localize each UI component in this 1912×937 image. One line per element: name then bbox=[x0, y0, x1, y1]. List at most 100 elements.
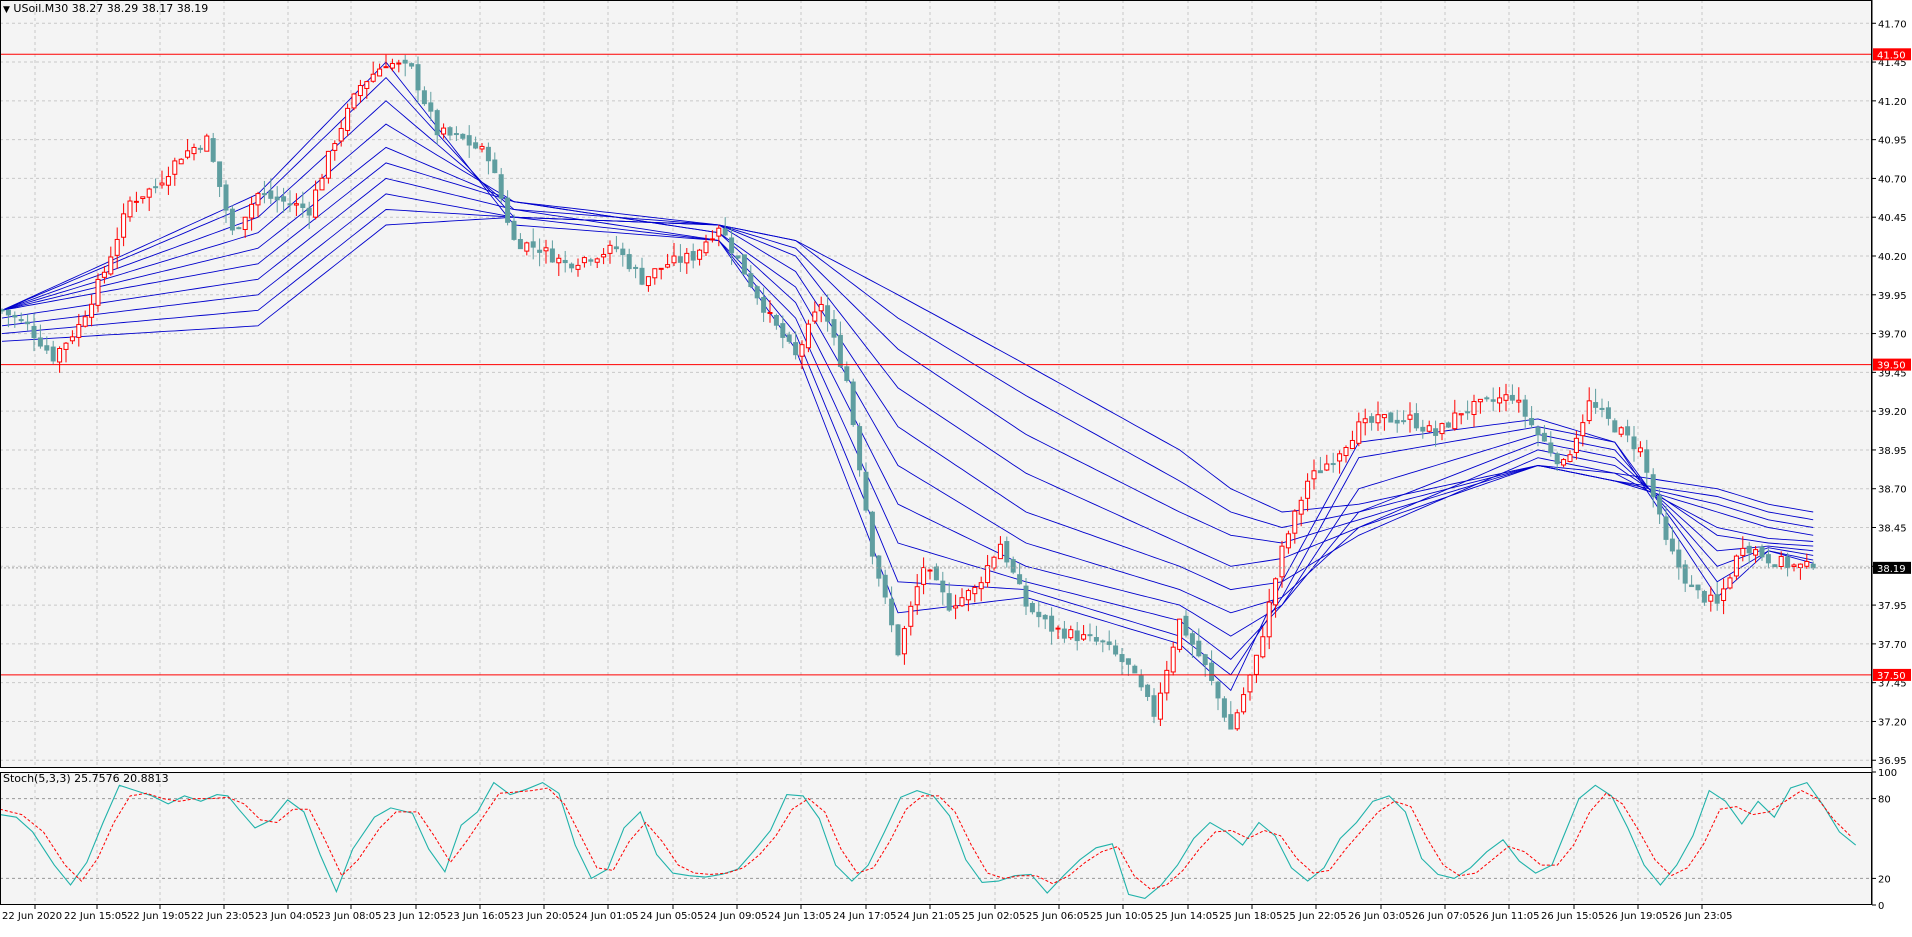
candle-body bbox=[338, 127, 344, 142]
candle-body bbox=[498, 174, 504, 199]
candle-body bbox=[332, 143, 338, 151]
candle-body bbox=[1689, 584, 1695, 588]
candle-body bbox=[165, 176, 171, 186]
candle bbox=[1234, 709, 1240, 731]
candle-body bbox=[1055, 627, 1061, 630]
current-price-label: 38.19 bbox=[1877, 564, 1906, 575]
candle-body bbox=[812, 311, 818, 322]
candle-body bbox=[1151, 695, 1157, 717]
candle-body bbox=[876, 555, 882, 579]
candle-body bbox=[1356, 421, 1362, 444]
candle-body bbox=[1548, 442, 1554, 454]
candle-body bbox=[236, 227, 242, 230]
candle-body bbox=[543, 247, 549, 252]
candle-body bbox=[805, 323, 811, 349]
price-level-label: 41.50 bbox=[1877, 50, 1906, 61]
price-level-label: 37.50 bbox=[1877, 671, 1906, 682]
candle bbox=[1177, 618, 1183, 653]
candle-body bbox=[1260, 636, 1266, 658]
time-tick-label: 22 Jun 19:05 bbox=[127, 911, 191, 922]
candle-body bbox=[396, 62, 402, 65]
candle-body bbox=[780, 323, 786, 338]
candle bbox=[1772, 564, 1778, 568]
candle-body bbox=[1599, 407, 1605, 410]
candle-body bbox=[1349, 439, 1355, 449]
candle bbox=[1132, 664, 1138, 674]
candle-body bbox=[1650, 474, 1656, 498]
candle-body bbox=[185, 150, 191, 158]
chart-stage: 41.7041.4541.2040.9540.7040.4540.2039.95… bbox=[0, 0, 1912, 937]
candle-body bbox=[249, 203, 255, 219]
candle-body bbox=[1183, 615, 1189, 636]
candle-body bbox=[1509, 394, 1515, 401]
candle-body bbox=[665, 264, 671, 268]
candle-body bbox=[1753, 549, 1759, 556]
price-tick-label: 40.45 bbox=[1878, 213, 1907, 224]
stochastic-grid bbox=[0, 772, 1872, 905]
candle-body bbox=[1503, 394, 1509, 401]
candle-body bbox=[25, 321, 31, 325]
candle-body bbox=[1605, 407, 1611, 419]
candle-body bbox=[1554, 453, 1560, 465]
candle-body bbox=[1413, 413, 1419, 429]
candle-body bbox=[748, 273, 754, 288]
candle-body bbox=[729, 237, 735, 254]
candle-body bbox=[1810, 563, 1816, 569]
time-tick-label: 25 Jun 14:05 bbox=[1155, 911, 1219, 922]
candle-body bbox=[1049, 615, 1055, 632]
candle-body bbox=[1407, 414, 1413, 420]
candle-body bbox=[517, 238, 523, 250]
candle-body bbox=[1676, 549, 1682, 568]
candle-body bbox=[1669, 538, 1675, 552]
candle-body bbox=[607, 244, 613, 254]
candle-body bbox=[204, 135, 210, 152]
time-tick-label: 24 Jun 01:05 bbox=[575, 911, 639, 922]
candle-body bbox=[1215, 681, 1221, 699]
candle-body bbox=[1465, 411, 1471, 414]
candle-body bbox=[844, 366, 850, 382]
candle-body bbox=[1567, 454, 1573, 463]
candle-body bbox=[1042, 614, 1048, 620]
candle-body bbox=[1157, 692, 1163, 720]
candle-body bbox=[1298, 499, 1304, 515]
price-tick-label: 38.70 bbox=[1878, 485, 1907, 496]
candle bbox=[1388, 411, 1394, 423]
candle-body bbox=[377, 68, 383, 77]
candle-body bbox=[652, 268, 658, 279]
candle-body bbox=[1068, 629, 1074, 639]
stochastic-header: Stoch(5,3,3) 25.7576 20.8813 bbox=[3, 772, 169, 785]
candle-body bbox=[562, 259, 568, 264]
candle-body bbox=[1292, 510, 1298, 534]
price-tick-label: 41.20 bbox=[1878, 97, 1907, 108]
candle-body bbox=[684, 252, 690, 264]
candle-body bbox=[1522, 399, 1528, 417]
candle-body bbox=[191, 146, 197, 155]
candle-body bbox=[441, 127, 447, 135]
candle-body bbox=[89, 303, 95, 318]
candle-body bbox=[722, 228, 728, 236]
time-tick-label: 23 Jun 12:05 bbox=[383, 911, 447, 922]
price-tick-label: 39.20 bbox=[1878, 407, 1907, 418]
candle-body bbox=[473, 142, 479, 149]
candle-body bbox=[178, 158, 184, 165]
candle-body bbox=[1708, 594, 1714, 602]
candle-body bbox=[613, 246, 619, 250]
candle-body bbox=[556, 257, 562, 264]
candle-body bbox=[1029, 602, 1035, 613]
symbol-quote: USoil.M30 38.27 38.29 38.17 38.19 bbox=[13, 2, 209, 15]
candle-body bbox=[325, 150, 331, 179]
candle-body bbox=[1241, 694, 1247, 713]
candle-body bbox=[1330, 463, 1336, 466]
candle-body bbox=[1177, 618, 1183, 650]
candle-body bbox=[940, 580, 946, 593]
candle-body bbox=[581, 257, 587, 264]
candle-body bbox=[1017, 574, 1023, 585]
candle-body bbox=[18, 319, 24, 322]
candle bbox=[351, 92, 357, 111]
candle-body bbox=[1657, 495, 1663, 515]
candle-body bbox=[345, 107, 351, 131]
candle-body bbox=[709, 238, 715, 241]
candle-body bbox=[1420, 426, 1426, 432]
candle-body bbox=[1189, 633, 1195, 645]
dropdown-arrow-icon[interactable]: ▼ bbox=[3, 5, 10, 15]
